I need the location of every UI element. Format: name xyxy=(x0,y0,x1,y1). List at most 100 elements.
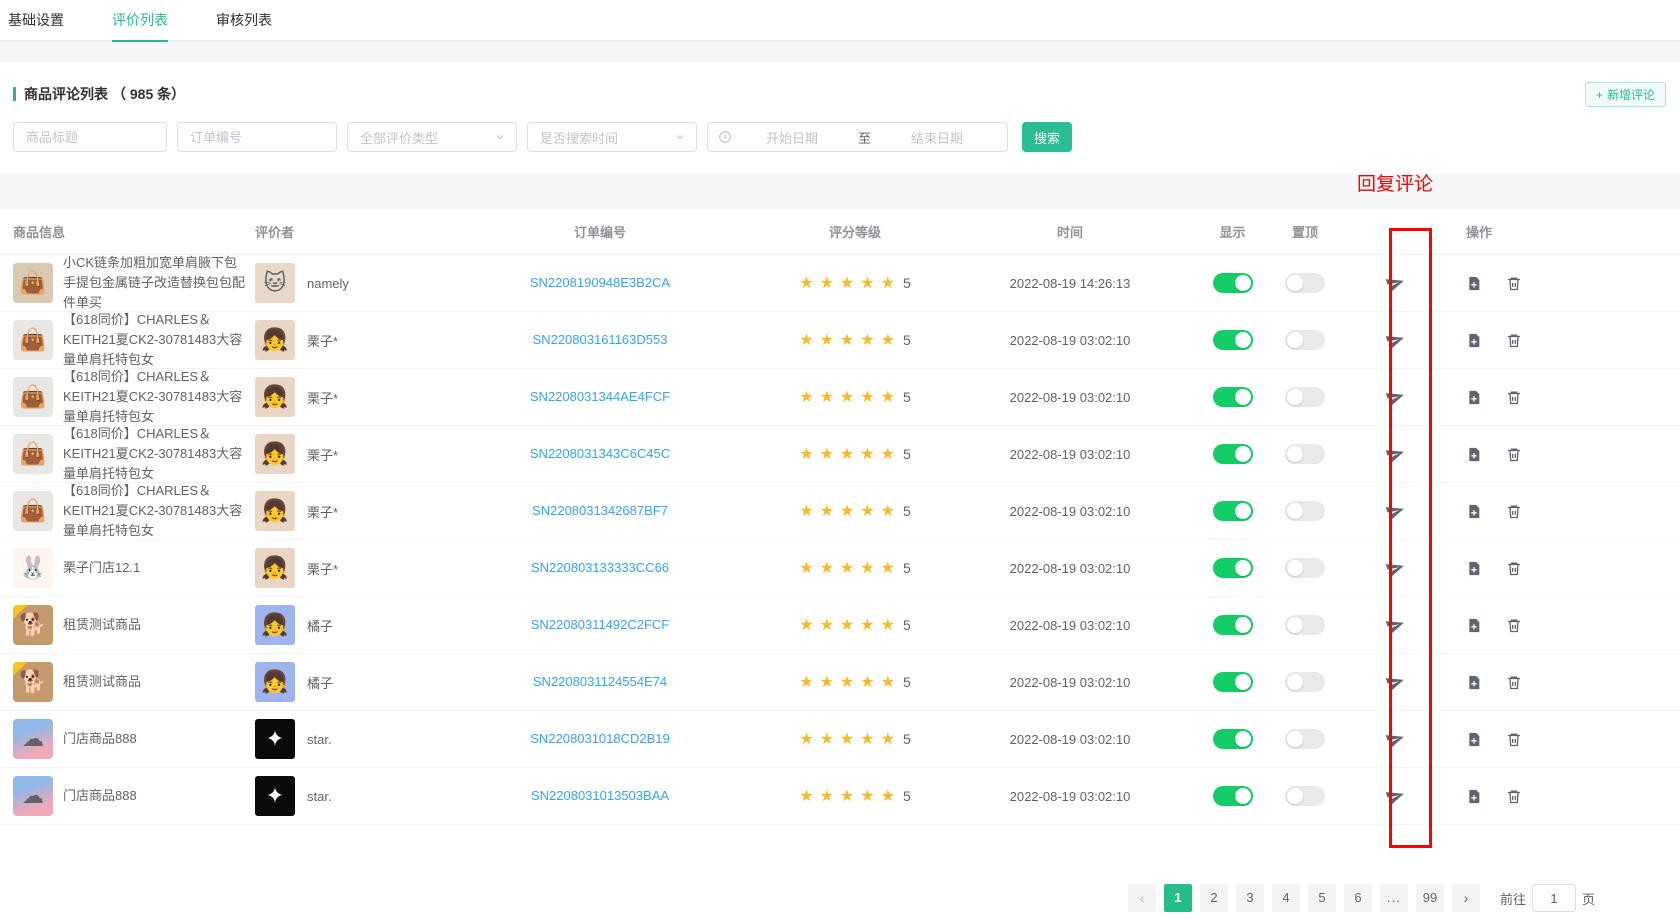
table-row: 🐕 租赁测试商品 👧 橘子 SN22080311492C2FCF ★★★★★ 5… xyxy=(0,597,1680,654)
top-toggle[interactable] xyxy=(1285,729,1325,749)
pagination-page-2[interactable]: 2 xyxy=(1200,884,1228,912)
top-toggle[interactable] xyxy=(1285,558,1325,578)
show-toggle[interactable] xyxy=(1213,786,1253,806)
product-image: 🐰 xyxy=(13,548,53,588)
top-toggle[interactable] xyxy=(1285,786,1325,806)
copy-file-icon[interactable] xyxy=(1466,731,1482,748)
order-no-input[interactable] xyxy=(177,122,337,152)
tab-review-list[interactable]: 评价列表 xyxy=(112,0,168,40)
reply-send-icon[interactable] xyxy=(1386,673,1405,692)
show-toggle[interactable] xyxy=(1213,273,1253,293)
time-search-select[interactable]: 是否搜索时间 xyxy=(527,122,697,152)
avatar-glyph: 👧 xyxy=(261,441,288,467)
order-number-link[interactable]: SN2208031018CD2B19 xyxy=(530,731,670,746)
pagination-next-button[interactable]: › xyxy=(1452,884,1480,912)
reviewer-cell: 👧 橘子 xyxy=(245,662,435,702)
tab-audit-list[interactable]: 审核列表 xyxy=(216,0,272,40)
avatar: 👧 xyxy=(255,320,295,360)
delete-icon[interactable] xyxy=(1506,617,1522,634)
pagination-page-1[interactable]: 1 xyxy=(1164,884,1192,912)
pagination-page-5[interactable]: 5 xyxy=(1308,884,1336,912)
rating-stars: ★★★★★ xyxy=(799,330,901,350)
pagination-page-6[interactable]: 6 xyxy=(1344,884,1372,912)
reply-send-icon[interactable] xyxy=(1386,559,1405,578)
reply-send-icon[interactable] xyxy=(1386,274,1405,293)
reply-send-icon[interactable] xyxy=(1386,787,1405,806)
copy-file-icon[interactable] xyxy=(1466,674,1482,691)
copy-file-icon[interactable] xyxy=(1466,332,1482,349)
rating-stars: ★★★★★ xyxy=(799,558,901,578)
copy-file-icon[interactable] xyxy=(1466,617,1482,634)
order-number-link[interactable]: SN22080311492C2FCF xyxy=(531,617,670,632)
copy-file-icon[interactable] xyxy=(1466,560,1482,577)
product-image: ☁ xyxy=(13,719,53,759)
show-toggle[interactable] xyxy=(1213,558,1253,578)
show-toggle[interactable] xyxy=(1213,501,1253,521)
column-header-show: 显示 xyxy=(1195,222,1270,241)
top-toggle[interactable] xyxy=(1285,330,1325,350)
show-toggle[interactable] xyxy=(1213,672,1253,692)
pagination-prev-button[interactable]: ‹ xyxy=(1128,884,1156,912)
top-toggle[interactable] xyxy=(1285,444,1325,464)
delete-icon[interactable] xyxy=(1506,731,1522,748)
delete-icon[interactable] xyxy=(1506,275,1522,292)
top-toggle[interactable] xyxy=(1285,672,1325,692)
reply-send-icon[interactable] xyxy=(1386,331,1405,350)
delete-icon[interactable] xyxy=(1506,389,1522,406)
copy-file-icon[interactable] xyxy=(1466,446,1482,463)
reply-send-icon[interactable] xyxy=(1386,445,1405,464)
reviewer-name: 栗子* xyxy=(307,445,338,464)
top-toggle[interactable] xyxy=(1285,615,1325,635)
goto-page-input[interactable] xyxy=(1532,884,1576,912)
order-number-link[interactable]: SN2208031013503BAA xyxy=(531,788,669,803)
copy-file-icon[interactable] xyxy=(1466,503,1482,520)
top-toggle[interactable] xyxy=(1285,387,1325,407)
reply-send-icon[interactable] xyxy=(1386,502,1405,521)
reviewer-name: 橘子 xyxy=(307,616,333,635)
pagination-page-4[interactable]: 4 xyxy=(1272,884,1300,912)
show-toggle[interactable] xyxy=(1213,729,1253,749)
show-toggle[interactable] xyxy=(1213,387,1253,407)
order-number-link[interactable]: SN2208031342687BF7 xyxy=(532,503,668,518)
copy-file-icon[interactable] xyxy=(1466,788,1482,805)
order-number-link[interactable]: SN2208031124554E74 xyxy=(533,674,667,689)
delete-icon[interactable] xyxy=(1506,503,1522,520)
review-time: 2022-08-19 03:02:10 xyxy=(1010,618,1131,633)
copy-file-icon[interactable] xyxy=(1466,389,1482,406)
order-number-link[interactable]: SN220803133333CC66 xyxy=(531,560,669,575)
pagination-page-99[interactable]: 99 xyxy=(1416,884,1444,912)
product-title: 【618同价】CHARLES＆KEITH21夏CK2-30781483大容量单肩… xyxy=(63,424,245,484)
top-toggle[interactable] xyxy=(1285,273,1325,293)
review-type-select[interactable]: 全部评价类型 xyxy=(347,122,517,152)
delete-icon[interactable] xyxy=(1506,560,1522,577)
delete-icon[interactable] xyxy=(1506,674,1522,691)
reviewer-name: star. xyxy=(307,732,332,747)
order-number-link[interactable]: SN220803161163D553 xyxy=(533,332,668,347)
reply-send-icon[interactable] xyxy=(1386,616,1405,635)
pagination-page-3[interactable]: 3 xyxy=(1236,884,1264,912)
add-review-button[interactable]: + 新增评论 xyxy=(1585,82,1666,107)
product-image-glyph: 👜 xyxy=(19,327,46,353)
order-number-link[interactable]: SN2208190948E3B2CA xyxy=(530,275,670,290)
delete-icon[interactable] xyxy=(1506,788,1522,805)
rating-score: 5 xyxy=(903,560,911,576)
reply-send-icon[interactable] xyxy=(1386,388,1405,407)
reply-send-icon[interactable] xyxy=(1386,730,1405,749)
top-toggle[interactable] xyxy=(1285,501,1325,521)
order-number-link[interactable]: SN2208031343C6C45C xyxy=(530,446,670,461)
show-toggle[interactable] xyxy=(1213,444,1253,464)
column-header-rating: 评分等级 xyxy=(765,222,945,241)
tab-basic-settings[interactable]: 基础设置 xyxy=(8,0,64,40)
search-button[interactable]: 搜索 xyxy=(1022,122,1072,152)
show-toggle[interactable] xyxy=(1213,330,1253,350)
copy-file-icon[interactable] xyxy=(1466,275,1482,292)
table-row: 👜 【618同价】CHARLES＆KEITH21夏CK2-30781483大容量… xyxy=(0,483,1680,540)
order-number-link[interactable]: SN2208031344AE4FCF xyxy=(530,389,670,404)
delete-icon[interactable] xyxy=(1506,332,1522,349)
product-title-input[interactable] xyxy=(13,122,167,152)
show-toggle[interactable] xyxy=(1213,615,1253,635)
reviewer-cell: 👧 橘子 xyxy=(245,605,435,645)
date-range-picker[interactable]: 开始日期 至 结束日期 xyxy=(707,122,1008,152)
avatar-glyph: 👧 xyxy=(261,327,288,353)
delete-icon[interactable] xyxy=(1506,446,1522,463)
